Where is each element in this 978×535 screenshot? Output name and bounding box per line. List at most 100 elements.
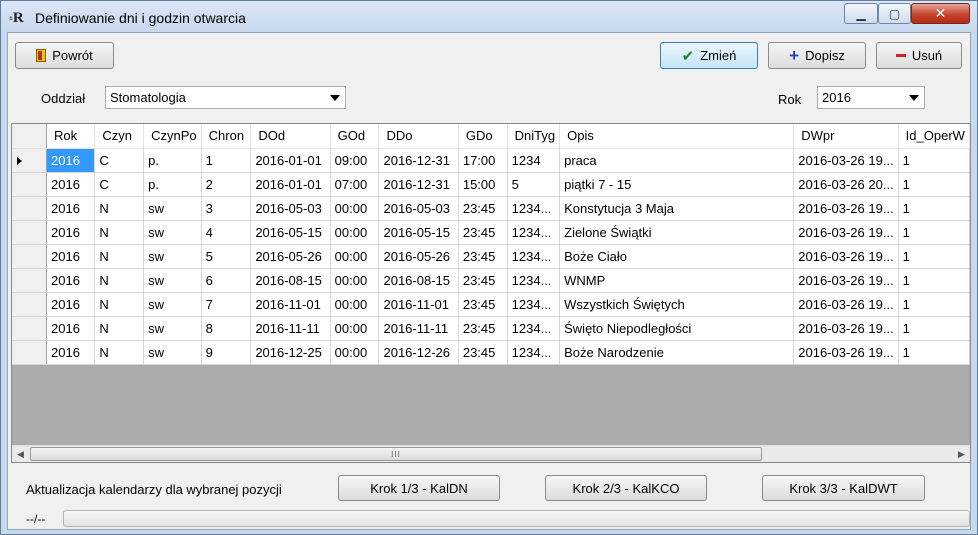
table-cell[interactable]: 2016-05-15: [250, 220, 331, 245]
table-cell[interactable]: 2016-12-31: [378, 148, 459, 173]
table-cell[interactable]: N: [94, 316, 145, 341]
table-cell[interactable]: 2016-08-15: [250, 268, 331, 293]
table-cell[interactable]: N: [94, 220, 145, 245]
column-header[interactable]: Chron: [201, 124, 252, 149]
column-header[interactable]: Id_OperW: [898, 124, 970, 149]
table-cell[interactable]: Boże Ciało: [559, 244, 795, 269]
table-cell[interactable]: 8: [201, 316, 252, 341]
table-cell[interactable]: 1: [898, 292, 970, 317]
table-cell[interactable]: 2016: [46, 244, 96, 269]
table-cell[interactable]: 1: [898, 220, 970, 245]
table-row[interactable]: 2016 Nsw 8 2016-11-11 00:00 2016-11-11 23:45 12…: [12, 316, 970, 341]
table-cell[interactable]: 1234...: [507, 316, 561, 341]
table-row[interactable]: 2016 Nsw 9 2016-12-25 00:00 2016-12-26 23:45 12…: [12, 340, 970, 365]
column-header[interactable]: GOd: [330, 124, 380, 149]
table-cell[interactable]: 1: [898, 196, 970, 221]
row-header[interactable]: [12, 172, 47, 197]
title-bar[interactable]: ±R Definiowanie dni i godzin otwarcia ▁ …: [1, 1, 977, 33]
table-row[interactable]: 2016 Nsw 4 2016-05-15 00:00 2016-05-15 23:45 12…: [12, 220, 970, 245]
table-cell[interactable]: 2016-12-31: [378, 172, 459, 197]
table-cell[interactable]: sw: [143, 244, 202, 269]
table-cell[interactable]: 23:45: [458, 292, 508, 317]
change-button[interactable]: ✔ Zmień: [660, 42, 758, 69]
table-cell[interactable]: 2: [201, 172, 252, 197]
table-cell[interactable]: 2016: [46, 196, 96, 221]
data-grid[interactable]: Rok Czyn CzynPo Chron DOd GOd DDo GDo DniTyg Opis…: [11, 123, 971, 463]
table-cell[interactable]: 2016-12-26: [378, 340, 459, 365]
table-cell[interactable]: p.: [143, 148, 202, 173]
row-header[interactable]: [12, 340, 47, 365]
column-header[interactable]: DniTyg: [507, 124, 561, 149]
app-icon[interactable]: ±R: [9, 10, 29, 26]
table-cell[interactable]: 2016-11-11: [378, 316, 459, 341]
delete-button[interactable]: Usuń: [876, 42, 962, 69]
grid-corner[interactable]: [12, 124, 47, 149]
table-cell[interactable]: 2016: [46, 220, 96, 245]
table-cell[interactable]: p.: [143, 172, 202, 197]
step3-button[interactable]: Krok 3/3 - KalDWT: [762, 475, 925, 501]
table-cell[interactable]: Zielone Świątki: [559, 220, 795, 245]
add-button[interactable]: + Dopisz: [768, 42, 866, 69]
table-cell[interactable]: 2016-08-15: [378, 268, 459, 293]
table-cell[interactable]: 23:45: [458, 244, 508, 269]
column-header[interactable]: DOd: [250, 124, 331, 149]
table-row[interactable]: 2016 Nsw 3 2016-05-03 00:00 2016-05-03 23:45 12…: [12, 196, 970, 221]
table-cell[interactable]: sw: [143, 316, 202, 341]
table-cell[interactable]: 00:00: [330, 340, 380, 365]
year-select[interactable]: 2016: [817, 86, 925, 109]
table-cell[interactable]: 1: [898, 268, 970, 293]
table-cell[interactable]: N: [94, 244, 145, 269]
table-cell[interactable]: piątki 7 - 15: [559, 172, 795, 197]
table-cell[interactable]: sw: [143, 292, 202, 317]
table-cell[interactable]: 09:00: [330, 148, 380, 173]
row-header[interactable]: [12, 244, 47, 269]
table-cell[interactable]: 2016: [46, 148, 96, 173]
row-header[interactable]: [12, 292, 47, 317]
table-cell[interactable]: 00:00: [330, 316, 380, 341]
row-header[interactable]: [12, 148, 47, 173]
table-cell[interactable]: 23:45: [458, 220, 508, 245]
table-cell[interactable]: 00:00: [330, 244, 380, 269]
table-cell[interactable]: 2016: [46, 292, 96, 317]
department-select[interactable]: Stomatologia: [105, 86, 346, 109]
column-header[interactable]: Rok: [46, 124, 96, 149]
table-cell[interactable]: 2016-03-26 19...: [793, 148, 899, 173]
column-header[interactable]: DDo: [378, 124, 459, 149]
scroll-thumb[interactable]: III: [30, 447, 762, 461]
table-cell[interactable]: 1234...: [507, 340, 561, 365]
table-cell[interactable]: 1234...: [507, 220, 561, 245]
table-cell[interactable]: 3: [201, 196, 252, 221]
table-cell[interactable]: 17:00: [458, 148, 508, 173]
row-header[interactable]: [12, 316, 47, 341]
table-cell[interactable]: 1234...: [507, 196, 561, 221]
table-cell[interactable]: 2016-11-01: [250, 292, 331, 317]
table-cell[interactable]: 07:00: [330, 172, 380, 197]
table-cell[interactable]: 2016-12-25: [250, 340, 331, 365]
table-cell[interactable]: 23:45: [458, 196, 508, 221]
horizontal-scrollbar[interactable]: ◀ III ▶: [12, 445, 970, 462]
table-cell[interactable]: 23:45: [458, 340, 508, 365]
table-cell[interactable]: N: [94, 340, 145, 365]
table-cell[interactable]: 2016: [46, 268, 96, 293]
table-cell[interactable]: 2016-03-26 19...: [793, 196, 899, 221]
table-cell[interactable]: 2016: [46, 340, 96, 365]
table-cell[interactable]: 1: [898, 244, 970, 269]
table-cell[interactable]: 2016-03-26 19...: [793, 292, 899, 317]
table-row[interactable]: 2016 Nsw 7 2016-11-01 00:00 2016-11-01 23:45 12…: [12, 292, 970, 317]
scroll-left-icon[interactable]: ◀: [12, 446, 29, 462]
table-row[interactable]: 2016 Nsw 6 2016-08-15 00:00 2016-08-15 23:45 12…: [12, 268, 970, 293]
column-header[interactable]: CzynPo: [143, 124, 202, 149]
table-row[interactable]: 2016 Cp. 2 2016-01-01 07:00 2016-12-31 15:00 5 p…: [12, 172, 970, 197]
step2-button[interactable]: Krok 2/3 - KalKCO: [545, 475, 707, 501]
table-cell[interactable]: C: [94, 172, 145, 197]
table-cell[interactable]: 7: [201, 292, 252, 317]
table-cell[interactable]: N: [94, 292, 145, 317]
maximize-button[interactable]: ▢: [878, 3, 911, 24]
back-button[interactable]: Powrót: [15, 42, 114, 69]
table-cell[interactable]: 23:45: [458, 268, 508, 293]
table-cell[interactable]: WNMP: [559, 268, 795, 293]
table-cell[interactable]: 15:00: [458, 172, 508, 197]
table-cell[interactable]: 4: [201, 220, 252, 245]
table-cell[interactable]: 2016-05-03: [250, 196, 331, 221]
table-cell[interactable]: 1234...: [507, 292, 561, 317]
